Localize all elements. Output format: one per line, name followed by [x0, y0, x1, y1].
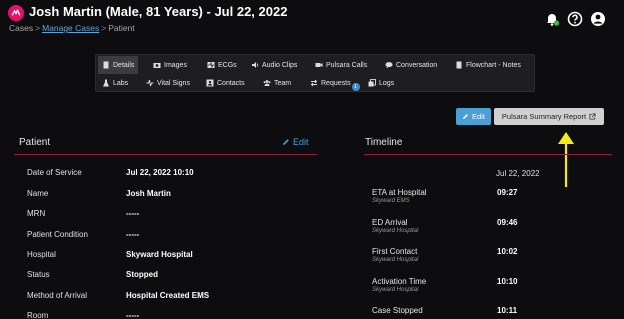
breadcrumb: Cases > Manage Cases > Patient	[9, 23, 135, 33]
exchange-arrows-icon	[310, 79, 318, 87]
team-icon	[263, 80, 271, 86]
breadcrumb-cases[interactable]: Cases	[9, 23, 33, 33]
tab-team[interactable]: Team	[259, 74, 295, 92]
copy-icon	[368, 79, 376, 87]
timeline-event: ED Arrival Skyward Hospital 09:46	[372, 218, 518, 234]
patient-row-status: Status Stopped	[27, 270, 158, 279]
timeline-event: Case Stopped 10:11	[372, 306, 518, 315]
pulse-icon	[146, 79, 154, 87]
tab-logs[interactable]: Logs	[364, 74, 398, 92]
timeline-event: Activation Time Skyward Hospital 10:10	[372, 277, 518, 293]
tab-pulsara-calls[interactable]: Pulsara Calls	[311, 56, 371, 74]
notifications-bell-icon[interactable]	[544, 11, 560, 27]
summary-report-button[interactable]: Pulsara Summary Report	[494, 108, 604, 125]
patient-row-condition: Patient Condition -----	[27, 230, 140, 239]
app-header: Josh Martin (Male, 81 Years) - Jul 22, 2…	[0, 0, 624, 40]
tab-audio-clips[interactable]: Audio Clips	[247, 56, 301, 74]
patient-section-title: Patient	[19, 137, 51, 148]
tab-ecgs[interactable]: ECGs	[203, 56, 241, 74]
patient-edit-link[interactable]: Edit	[282, 137, 309, 147]
patient-divider	[14, 154, 317, 155]
breadcrumb-manage-cases[interactable]: Manage Cases	[42, 23, 99, 33]
pulsara-logo-icon	[8, 5, 24, 21]
annotation-arrow-icon	[558, 132, 574, 187]
patient-row-mrn: MRN -----	[27, 209, 140, 218]
tab-vital-signs[interactable]: Vital Signs	[142, 74, 194, 92]
volume-icon	[252, 62, 259, 68]
breadcrumb-patient: Patient	[108, 23, 135, 33]
contact-card-icon	[206, 79, 214, 87]
pencil-icon	[462, 114, 468, 120]
timeline-section-title: Timeline	[365, 137, 403, 148]
external-link-icon	[589, 113, 596, 120]
patient-tabs: Details Images ECGs Audio Clips Pulsara …	[95, 54, 535, 92]
patient-row-name: Name Josh Martin	[27, 189, 171, 198]
timeline-date: Jul 22, 2022	[496, 169, 540, 178]
patient-row-hospital: Hospital Skyward Hospital	[27, 250, 193, 259]
tab-conversation[interactable]: Conversation	[381, 56, 441, 74]
timeline-event: First Contact Skyward Hospital 10:02	[372, 247, 518, 263]
tab-details[interactable]: Details	[98, 56, 139, 74]
page-title: Josh Martin (Male, 81 Years) - Jul 22, 2…	[29, 4, 288, 19]
tab-contacts[interactable]: Contacts	[202, 74, 249, 92]
tab-images[interactable]: Images	[149, 56, 191, 74]
tab-flowchart-notes[interactable]: Flowchart - Notes	[451, 56, 525, 74]
timeline-divider	[364, 154, 612, 155]
pencil-icon	[283, 139, 289, 145]
tab-labs[interactable]: Labs	[98, 74, 132, 92]
patient-row-method-of-arrival: Method of Arrival Hospital Created EMS	[27, 291, 210, 300]
document-icon	[456, 61, 462, 69]
file-icon	[103, 61, 109, 69]
video-call-icon	[315, 63, 323, 67]
patient-row-date-of-service: Date of Service Jul 22, 2022 10:10	[27, 168, 194, 177]
ecg-icon	[207, 61, 215, 69]
tab-requests[interactable]: Requests 1	[306, 74, 364, 92]
requests-count-badge: 1	[351, 83, 360, 91]
user-account-icon[interactable]	[590, 11, 606, 27]
flask-icon	[103, 79, 109, 87]
help-icon[interactable]	[567, 11, 583, 27]
chat-bubble-icon	[385, 62, 393, 69]
edit-button[interactable]: Edit	[456, 108, 491, 125]
patient-row-room: Room -----	[27, 311, 140, 319]
camera-icon	[153, 63, 161, 68]
timeline-event: ETA at Hospital Skyward EMS 09:27	[372, 188, 518, 204]
